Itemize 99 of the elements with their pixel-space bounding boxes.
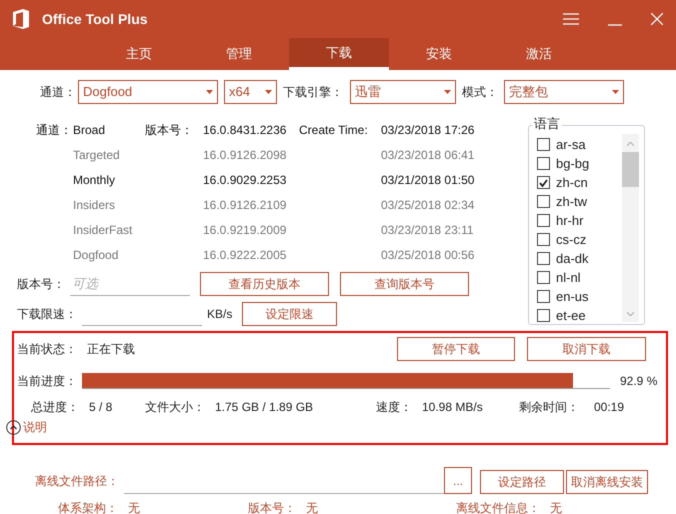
dropdown[interactable]: 迅雷 bbox=[350, 80, 456, 104]
tab[interactable]: 主页 bbox=[89, 38, 189, 70]
stat-value: 5 / 8 bbox=[89, 399, 112, 416]
action-button[interactable]: 暂停下载 bbox=[397, 337, 515, 361]
info-value: 无 bbox=[306, 500, 318, 514]
version-number: 16.0.9222.2005 bbox=[203, 246, 288, 264]
create-time: 03/25/2018 02:34 bbox=[381, 196, 474, 214]
menu-icon[interactable] bbox=[563, 13, 579, 25]
channel-name[interactable]: Insiders bbox=[73, 196, 145, 214]
stat-label: 剩余时间： bbox=[519, 399, 580, 416]
field-label: 下载引擎： bbox=[283, 84, 344, 101]
caret-icon bbox=[444, 90, 451, 94]
caret-icon bbox=[612, 90, 619, 94]
tab[interactable]: 下载 bbox=[289, 38, 389, 70]
stat-label: 文件大小： bbox=[145, 399, 206, 416]
version-number: 16.0.8431.2236 bbox=[203, 122, 288, 138]
checkbox[interactable] bbox=[537, 176, 550, 189]
field-label: 当前进度： bbox=[17, 373, 78, 390]
checkbox[interactable] bbox=[537, 309, 550, 322]
dropdown[interactable]: 完整包 bbox=[504, 80, 624, 104]
help-link[interactable]: 说明 bbox=[23, 418, 47, 436]
info-value: 无 bbox=[550, 500, 562, 514]
action-button[interactable]: 取消离线安装 bbox=[566, 470, 648, 494]
channel-name[interactable]: Broad bbox=[73, 120, 145, 138]
action-button[interactable]: ... bbox=[444, 467, 472, 494]
field-label: 下载限速： bbox=[17, 306, 78, 322]
checkbox[interactable] bbox=[537, 138, 550, 151]
field-label: 当前状态： bbox=[17, 341, 78, 358]
unit-label: KB/s bbox=[207, 306, 234, 322]
checkbox[interactable] bbox=[537, 290, 550, 303]
language-label: zh-tw bbox=[556, 192, 588, 211]
language-label: zh-cn bbox=[556, 174, 588, 192]
field-label: 版本号： bbox=[17, 276, 66, 292]
create-time: 03/23/2018 17:26 bbox=[381, 122, 474, 138]
minimize-icon[interactable] bbox=[608, 24, 622, 26]
checkbox[interactable] bbox=[537, 252, 550, 265]
field-label: 模式： bbox=[462, 84, 499, 101]
tab[interactable]: 激活 bbox=[489, 38, 589, 70]
action-button[interactable]: 查看历史版本 bbox=[200, 272, 329, 296]
action-button[interactable]: 查询版本号 bbox=[340, 272, 469, 296]
action-button[interactable]: 取消下载 bbox=[527, 337, 646, 361]
field-label: 离线文件路径： bbox=[35, 473, 120, 490]
version-number: 16.0.9126.2098 bbox=[203, 146, 288, 164]
stat-label: 总进度： bbox=[31, 399, 80, 416]
progress-reading: 92.9 % bbox=[620, 373, 658, 390]
language-label: cs-cz bbox=[556, 230, 586, 249]
checkbox[interactable] bbox=[537, 233, 550, 246]
checkbox[interactable] bbox=[537, 271, 550, 284]
field-label: 通道： bbox=[40, 84, 77, 101]
caret-icon bbox=[265, 90, 272, 94]
version-number: 16.0.9219.2009 bbox=[203, 222, 288, 238]
stat-label: 速度： bbox=[376, 399, 413, 416]
language-label: nl-nl bbox=[556, 268, 581, 287]
version-number: 16.0.9126.2109 bbox=[203, 196, 288, 214]
stat-value: 00:19 bbox=[594, 399, 624, 416]
check-icon bbox=[539, 178, 548, 186]
create-time: 03/21/2018 01:50 bbox=[381, 172, 474, 188]
checkbox[interactable] bbox=[537, 195, 550, 208]
dropdown[interactable]: x64 bbox=[224, 80, 277, 104]
language-label: bg-bg bbox=[556, 154, 590, 173]
status-text: 正在下载 bbox=[87, 341, 136, 358]
tab[interactable]: 安装 bbox=[389, 38, 489, 70]
scroll-thumb[interactable] bbox=[622, 152, 639, 187]
chevron-up-circle-icon[interactable] bbox=[6, 420, 21, 434]
stat-value: 1.75 GB / 1.89 GB bbox=[215, 399, 314, 416]
window-title: Office Tool Plus bbox=[42, 10, 148, 28]
language-label: en-us bbox=[556, 288, 589, 306]
checkbox[interactable] bbox=[537, 214, 550, 227]
field-label: 通道： bbox=[36, 122, 72, 136]
field-label: Create Time: bbox=[299, 122, 368, 136]
action-button[interactable]: 设定限速 bbox=[242, 302, 337, 326]
dropdown[interactable]: Dogfood bbox=[78, 80, 218, 104]
info-label: 体系架构： bbox=[58, 500, 119, 514]
channel-name[interactable]: Dogfood bbox=[73, 246, 145, 264]
tab[interactable]: 管理 bbox=[189, 38, 289, 70]
language-label: et-ee bbox=[556, 306, 586, 325]
version-input-field[interactable]: 可选 bbox=[70, 272, 190, 296]
channel-name[interactable]: Targeted bbox=[73, 146, 145, 164]
channel-name[interactable]: Monthly bbox=[73, 170, 145, 188]
close-icon[interactable] bbox=[651, 13, 663, 25]
info-value: 无 bbox=[128, 500, 140, 514]
create-time: 03/23/2018 23:11 bbox=[381, 222, 474, 238]
action-button[interactable]: 设定路径 bbox=[480, 470, 564, 494]
language-label: ar-sa bbox=[556, 136, 586, 154]
create-time: 03/25/2018 00:56 bbox=[381, 246, 474, 264]
group-title: 语言 bbox=[532, 116, 562, 132]
language-label: da-dk bbox=[556, 250, 589, 268]
language-label: hr-hr bbox=[556, 212, 584, 230]
stat-value: 10.98 MB/s bbox=[422, 399, 483, 416]
info-label: 版本号： bbox=[248, 500, 297, 514]
scrollbar[interactable] bbox=[622, 134, 639, 322]
create-time: 03/23/2018 06:41 bbox=[381, 146, 474, 164]
field-label: 版本号： bbox=[145, 122, 193, 136]
channel-name[interactable]: InsiderFast bbox=[73, 220, 145, 238]
checkbox[interactable] bbox=[537, 157, 550, 170]
info-label: 离线文件信息： bbox=[456, 500, 541, 514]
version-number: 16.0.9029.2253 bbox=[203, 172, 288, 188]
caret-icon bbox=[206, 90, 213, 94]
office-logo-icon bbox=[13, 9, 29, 29]
